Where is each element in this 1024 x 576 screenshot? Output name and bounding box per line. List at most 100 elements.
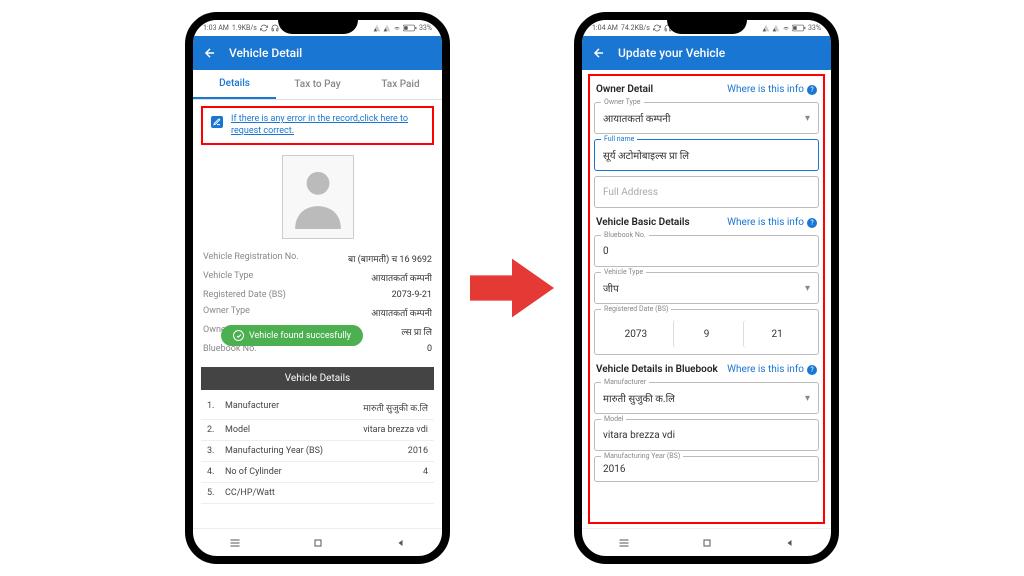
form-area: Owner Detail Where is this info? Owner T… — [582, 70, 831, 528]
tab-tax-to-pay[interactable]: Tax to Pay — [276, 70, 359, 99]
list-item: 5.CC/HP/Watt — [201, 483, 434, 504]
field-label: Bluebook No. — [601, 231, 649, 239]
info-block: Vehicle Registration No.बा (बागमती) च 16… — [201, 249, 434, 357]
notch — [667, 20, 747, 34]
field-label: Registered Date (BS) — [601, 305, 671, 313]
app-bar: Update your Vehicle — [582, 36, 831, 70]
phone-left: 1:03 AM 1.9KB/s 33% Vehicle Detail Detai… — [185, 12, 450, 564]
status-speed: 1.9KB/s — [232, 24, 257, 32]
success-text: Vehicle found succesfully — [249, 331, 351, 341]
reg-date-value: 2073-9-21 — [392, 290, 432, 300]
tab-tax-paid[interactable]: Tax Paid — [359, 70, 442, 99]
field-label: Manufacturing Year (BS) — [601, 452, 683, 460]
status-time: 1:04 AM — [592, 24, 618, 32]
field-value: vitara brezza vdi — [603, 430, 675, 441]
chevron-down-icon: ▾ — [805, 393, 810, 404]
field-label: Full name — [601, 135, 637, 143]
phone-right: 1:04 AM 74.2KB/s 33% Update your Vehicle… — [574, 12, 839, 564]
info-link[interactable]: Where is this info? — [727, 84, 817, 95]
back-arrow-icon[interactable] — [203, 46, 217, 60]
wifi-icon — [393, 24, 401, 32]
signal-icon — [383, 24, 391, 32]
app-title: Update your Vehicle — [618, 46, 725, 60]
question-icon: ? — [807, 218, 817, 228]
field-label: Model — [601, 415, 626, 423]
full-address-input[interactable]: Full Address — [594, 176, 819, 208]
form-highlight: Owner Detail Where is this info? Owner T… — [588, 74, 825, 524]
check-circle-icon — [233, 330, 244, 341]
back-arrow-icon[interactable] — [592, 46, 606, 60]
section-basic: Vehicle Basic Details Where is this info… — [594, 213, 819, 230]
owner-type-value: आयातकर्ता कम्पनी — [371, 306, 432, 319]
list-item: 4.No of Cylinder4 — [201, 462, 434, 483]
nav-bar — [193, 528, 442, 556]
nav-home-icon[interactable] — [701, 537, 713, 549]
section-title: Vehicle Basic Details — [596, 217, 690, 228]
section-title: Owner Detail — [596, 84, 653, 95]
content-area: If there is any error in the record,clic… — [193, 100, 442, 528]
info-link[interactable]: Where is this info? — [727, 217, 817, 228]
tabs: Details Tax to Pay Tax Paid — [193, 70, 442, 100]
field-label: Owner Type — [601, 98, 644, 106]
section-bluebook: Vehicle Details in Bluebook Where is thi… — [594, 360, 819, 377]
error-correction-link[interactable]: If there is any error in the record,clic… — [201, 106, 434, 145]
nav-back-icon[interactable] — [784, 537, 796, 549]
app-title: Vehicle Detail — [229, 46, 302, 60]
error-link-text: If there is any error in the record,clic… — [231, 114, 424, 137]
vehicle-type-select[interactable]: Vehicle Type जीप ▾ — [594, 272, 819, 304]
signal-icon — [762, 24, 770, 32]
list-item: 2.Modelvitara brezza vdi — [201, 420, 434, 441]
full-name-input[interactable]: Full name सूर्य अटोमोबाइल्स प्रा लि — [594, 139, 819, 171]
avatar-placeholder — [282, 155, 354, 239]
avatar-container — [201, 151, 434, 243]
nav-home-icon[interactable] — [312, 537, 324, 549]
owner-value: ल्स प्रा लि — [401, 325, 432, 338]
arrow-indicator — [470, 253, 554, 323]
field-value: 2016 — [603, 464, 625, 475]
tab-details[interactable]: Details — [193, 70, 276, 99]
nav-menu-icon[interactable] — [618, 537, 630, 549]
chevron-down-icon: ▾ — [805, 113, 810, 124]
list-item: 1.Manufacturerमारुती सुजुकी क.लि — [201, 396, 434, 420]
status-speed: 74.2KB/s — [621, 24, 650, 32]
nav-back-icon[interactable] — [395, 537, 407, 549]
date-year[interactable]: 2073 — [603, 320, 669, 348]
question-icon: ? — [807, 365, 817, 375]
bluebook-value: 0 — [427, 344, 432, 354]
registered-date-group: Registered Date (BS) 2073 9 21 — [594, 309, 819, 355]
app-bar: Vehicle Detail — [193, 36, 442, 70]
field-value: 0 — [603, 246, 609, 257]
section-title: Vehicle Details in Bluebook — [596, 364, 718, 375]
field-label: Vehicle Type — [601, 268, 646, 276]
owner-type-select[interactable]: Owner Type आयातकर्ता कम्पनी ▾ — [594, 102, 819, 134]
model-input[interactable]: Model vitara brezza vdi — [594, 419, 819, 451]
manufacturer-select[interactable]: Manufacturer मारुती सुजुकी क.लि ▾ — [594, 382, 819, 414]
status-time: 1:03 AM — [203, 24, 229, 32]
details-list: 1.Manufacturerमारुती सुजुकी क.लि 2.Model… — [201, 396, 434, 504]
date-month[interactable]: 9 — [673, 320, 740, 348]
field-value: आयातकर्ता कम्पनी — [603, 111, 670, 125]
list-item: 3.Manufacturing Year (BS)2016 — [201, 441, 434, 462]
veh-type-value: आयातकर्ता कम्पनी — [371, 271, 432, 284]
bluebook-input[interactable]: Bluebook No. 0 — [594, 235, 819, 267]
signal-icon — [373, 24, 381, 32]
signal-icon — [772, 24, 780, 32]
field-placeholder: Full Address — [603, 187, 658, 198]
battery-icon — [403, 24, 417, 32]
question-icon: ? — [807, 85, 817, 95]
field-label: Manufacturer — [601, 378, 649, 386]
reg-no-value: बा (बागमती) च 16 9692 — [348, 252, 432, 265]
date-day[interactable]: 21 — [743, 320, 810, 348]
nav-bar — [582, 528, 831, 556]
edit-icon — [211, 116, 223, 128]
nav-menu-icon[interactable] — [229, 537, 241, 549]
field-value: सूर्य अटोमोबाइल्स प्रा लि — [603, 148, 689, 162]
arrow-right-icon — [470, 253, 554, 323]
sync-icon — [653, 24, 661, 32]
year-input[interactable]: Manufacturing Year (BS) 2016 — [594, 456, 819, 482]
info-link[interactable]: Where is this info? — [727, 364, 817, 375]
chevron-down-icon: ▾ — [805, 283, 810, 294]
vehicle-details-header: Vehicle Details — [201, 367, 434, 390]
owner-type-label: Owner Type — [203, 306, 250, 319]
field-value: जीप — [603, 281, 619, 295]
